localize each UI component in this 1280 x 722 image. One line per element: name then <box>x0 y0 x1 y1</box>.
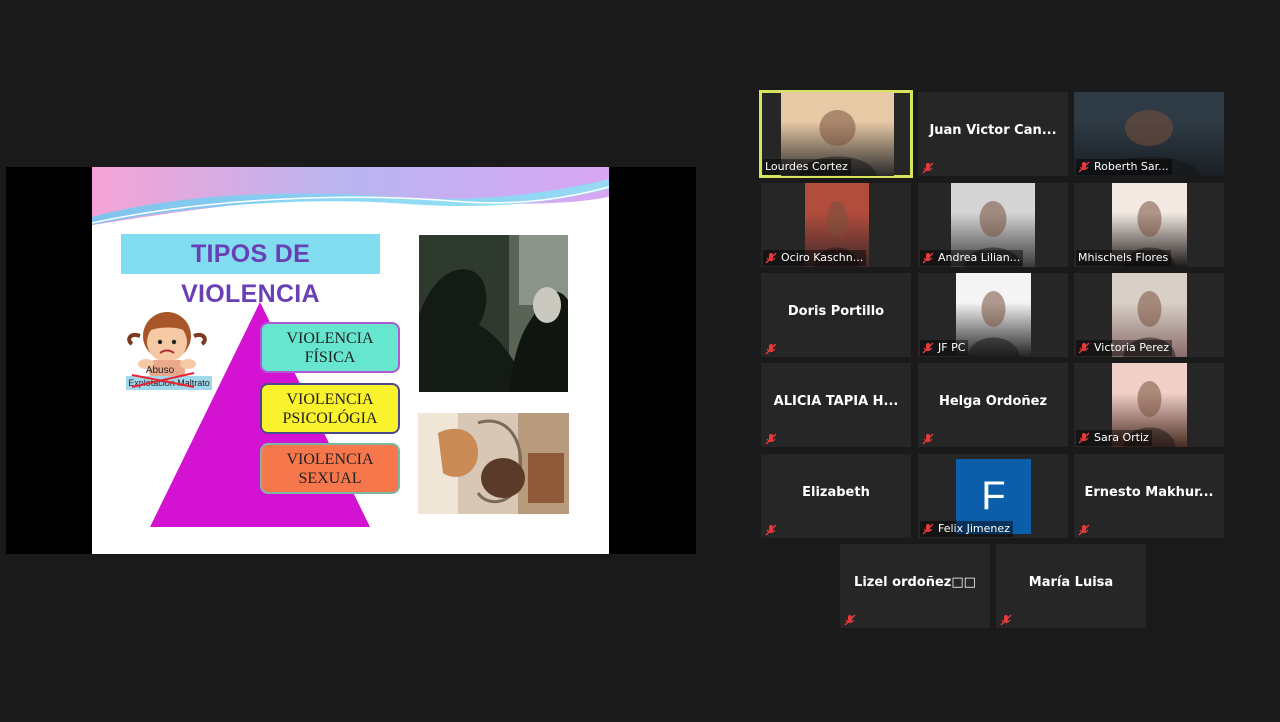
participant-tile[interactable]: Ociro Kaschn... <box>761 183 911 267</box>
muted-mic-icon <box>765 433 777 445</box>
violence-photo-scene <box>418 413 569 514</box>
participant-name: ALICIA TAPIA H... <box>773 394 899 409</box>
participant-name: María Luisa <box>1028 575 1114 590</box>
participant-name: Elizabeth <box>802 485 870 500</box>
violence-photo-shadow <box>419 235 568 392</box>
presentation-slide: TIPOS DE VIOLENCIA Abuso Explotación Mal… <box>92 167 609 554</box>
muted-mic-icon <box>844 614 856 626</box>
shared-screen: TIPOS DE VIOLENCIA Abuso Explotación Mal… <box>6 167 696 554</box>
participant-tile[interactable]: Andrea Lilian... <box>918 183 1068 267</box>
participant-tile[interactable]: Lourdes Cortez <box>759 90 913 178</box>
participant-label: Sara Ortiz <box>1076 430 1152 446</box>
participant-label <box>763 432 784 446</box>
muted-mic-icon <box>765 524 777 536</box>
participant-label: Lourdes Cortez <box>763 159 851 175</box>
violence-box-physical: VIOLENCIA FÍSICA <box>260 322 400 373</box>
participant-label: Victoria Perez <box>1076 340 1173 356</box>
participant-label <box>842 613 863 627</box>
violence-box-psychological: VIOLENCIA PSICOLÓGIA <box>260 383 400 434</box>
slide-title: TIPOS DE VIOLENCIA <box>121 234 380 308</box>
participant-label: Mhischels Flores <box>1076 250 1172 266</box>
participant-name: Ernesto Makhur... <box>1084 485 1214 500</box>
muted-mic-icon <box>922 162 934 174</box>
participant-tile[interactable]: Doris Portillo <box>761 273 911 357</box>
participant-label <box>920 432 941 446</box>
muted-mic-icon <box>1078 161 1090 173</box>
participant-tile[interactable]: Helga Ordoñez <box>918 363 1068 447</box>
violence-box-sexual: VIOLENCIA SEXUAL <box>260 443 400 494</box>
muted-mic-icon <box>765 343 777 355</box>
participant-tile[interactable]: Juan Victor Can... <box>918 92 1068 176</box>
participant-label <box>763 523 784 537</box>
participant-tile[interactable]: Elizabeth <box>761 454 911 538</box>
muted-mic-icon <box>922 523 934 535</box>
muted-mic-icon <box>1078 342 1090 354</box>
participant-label: Ociro Kaschn... <box>763 250 867 266</box>
participant-name: Helga Ordoñez <box>938 394 1048 409</box>
muted-mic-icon <box>1000 614 1012 626</box>
participant-label <box>1076 523 1097 537</box>
participant-name: Ociro Kaschn... <box>781 251 864 264</box>
participant-label: Roberth Sar... <box>1076 159 1172 175</box>
participant-name: JF PC <box>938 341 966 354</box>
participant-tile[interactable]: Lizel ordoñez□□ <box>840 544 990 628</box>
participant-name: Lizel ordoñez□□ <box>854 575 976 590</box>
muted-mic-icon <box>765 252 777 264</box>
participant-label: JF PC <box>920 340 969 356</box>
participant-tile[interactable]: F Felix Jimenez <box>918 454 1068 538</box>
participant-name: Lourdes Cortez <box>765 160 848 173</box>
participant-tile[interactable]: Roberth Sar... <box>1074 92 1224 176</box>
participant-label: Andrea Lilian... <box>920 250 1024 266</box>
participant-tile[interactable]: Ernesto Makhur... <box>1074 454 1224 538</box>
participant-tile[interactable]: ALICIA TAPIA H... <box>761 363 911 447</box>
participant-name: Mhischels Flores <box>1078 251 1169 264</box>
muted-mic-icon <box>922 252 934 264</box>
participant-tile[interactable]: Mhischels Flores <box>1074 183 1224 267</box>
muted-mic-icon <box>922 433 934 445</box>
participant-name: Juan Victor Can... <box>929 123 1057 138</box>
participant-name: Roberth Sar... <box>1094 160 1169 173</box>
slide-header-wave <box>92 167 609 228</box>
participant-tile[interactable]: María Luisa <box>996 544 1146 628</box>
participant-name: Felix Jimenez <box>938 522 1010 535</box>
participant-name: Victoria Perez <box>1094 341 1170 354</box>
participant-name: Sara Ortiz <box>1094 431 1149 444</box>
muted-mic-icon <box>1078 432 1090 444</box>
muted-mic-icon <box>1078 524 1090 536</box>
participant-name: Andrea Lilian... <box>938 251 1021 264</box>
participant-name: Doris Portillo <box>787 304 885 319</box>
participant-label <box>920 161 941 175</box>
participant-tile[interactable]: Sara Ortiz <box>1074 363 1224 447</box>
muted-mic-icon <box>922 342 934 354</box>
participant-label <box>998 613 1019 627</box>
participant-tile[interactable]: JF PC <box>918 273 1068 357</box>
participant-tile[interactable]: Victoria Perez <box>1074 273 1224 357</box>
participant-label <box>763 342 784 356</box>
participant-label: Felix Jimenez <box>920 521 1013 537</box>
